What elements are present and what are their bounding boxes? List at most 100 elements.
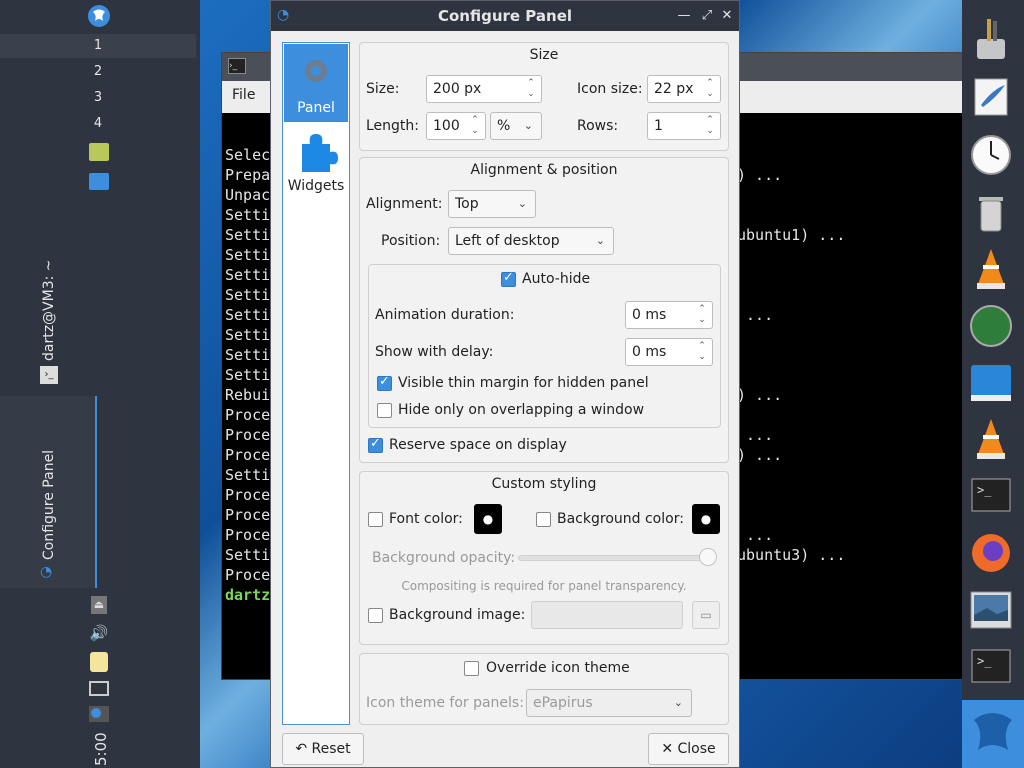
undo-icon: ↶ [295,741,312,757]
terminal-app-icon[interactable]: >_ [968,473,1014,519]
task-configure-panel[interactable]: Configure Panel ◔ [0,396,97,588]
green-circle-app-icon[interactable] [968,303,1014,349]
icon-theme-value: ePapirus [533,695,593,711]
terminal-line: Proce [225,506,271,524]
spin-arrows-icon[interactable]: ⌃ ⌄ [525,78,537,100]
file-manager-icon[interactable] [89,143,109,161]
droplet-icon: ● [482,512,494,526]
lxqt-menu-button[interactable] [962,700,1024,768]
close-icon: ✕ [661,741,678,757]
override-icon-theme-checkbox[interactable] [464,661,479,676]
thin-margin-label: Visible thin margin for hidden panel [398,375,649,391]
icon-size-label: Icon size: [577,81,643,97]
size-spinbox[interactable]: 200 px ⌃ ⌄ [426,75,542,103]
sidebar-item-widgets[interactable]: Widgets [284,126,348,204]
thin-margin-checkbox[interactable] [377,374,392,391]
length-unit-combo[interactable]: % ⌄ [490,112,542,140]
icon-size-spinbox[interactable]: 22 px ⌃ ⌄ [647,75,721,103]
bg-color-button[interactable]: ● [692,504,720,534]
eject-icon[interactable]: ⏏ [91,596,107,614]
task-terminal[interactable]: dartz@VM3: ~ ›_ [0,196,97,394]
length-spinbox[interactable]: 100 ⌃ ⌄ [426,112,486,140]
bg-opacity-slider[interactable] [518,548,717,566]
show-desktop-icon[interactable] [89,173,109,190]
spin-arrows-icon[interactable]: ⌃ ⌄ [469,115,481,137]
terminal-line: dartz [225,586,271,604]
terminal-icon: ›_ [228,58,246,74]
start-menu-icon[interactable] [88,5,110,27]
vlc-icon-2[interactable] [968,416,1014,462]
reserve-space-checkbox[interactable] [368,436,383,453]
icon-theme-group: Override icon theme Icon theme for panel… [359,653,729,725]
window-manager-icon[interactable] [968,360,1014,406]
image-viewer-icon[interactable] [968,587,1014,633]
position-label: Position: [381,233,441,249]
show-delay-spinbox[interactable]: 0 ms ⌃ ⌄ [625,338,713,366]
vlc-icon[interactable] [968,246,1014,292]
font-color-button[interactable]: ● [474,504,502,534]
show-delay-label: Show with delay: [375,344,494,360]
font-color-checkbox[interactable] [368,512,383,527]
rows-spinbox[interactable]: 1 ⌃ ⌄ [647,112,721,140]
text-editor-icon[interactable] [968,74,1014,120]
spin-arrows-icon[interactable]: ⌃ ⌄ [696,304,708,326]
rows-value: 1 [654,118,663,134]
alignment-combo[interactable]: Top ⌄ [448,190,536,218]
animation-duration-value: 0 ms [632,307,667,323]
terminal-line: Proce [225,526,271,544]
network-icon[interactable] [89,681,109,696]
desktop-switch-3[interactable]: 3 [0,86,196,110]
terminal-line: Proce [225,406,271,424]
droplet-icon: ● [700,512,712,526]
spin-arrows-icon[interactable]: ⌃ ⌄ [696,341,708,363]
position-combo[interactable]: Left of desktop ⌄ [448,227,614,255]
terminal-app-icon-2[interactable]: >_ [968,644,1014,690]
terminal-line-tail: ) ... [737,446,783,464]
trash-icon[interactable] [968,190,1014,236]
terminal-line: Setti [225,366,271,384]
override-icon-theme-label: Override icon theme [486,660,630,676]
rows-label: Rows: [577,118,619,134]
bg-color-checkbox[interactable] [536,512,551,527]
close-window-icon[interactable]: ✕ [718,7,736,25]
brush-tool-icon[interactable] [968,16,1014,62]
show-delay-value: 0 ms [632,344,667,360]
alignment-label: Alignment: [366,196,443,212]
browse-image-button[interactable]: ▭ [692,601,720,629]
notification-icon[interactable] [89,706,109,722]
compositing-note: Compositing is required for panel transp… [401,579,687,593]
bg-image-path-field[interactable] [531,601,683,629]
spin-arrows-icon[interactable]: ⌃ ⌄ [704,115,716,137]
volume-icon[interactable]: 🔊 [89,624,109,644]
reset-button[interactable]: ↶ Reset [282,733,364,765]
bg-image-checkbox[interactable] [368,608,383,623]
animation-duration-spinbox[interactable]: 0 ms ⌃ ⌄ [625,301,713,329]
terminal-line: Unpac [225,186,271,204]
terminal-line: Selec [225,146,271,164]
clock[interactable]: 5:00 [92,732,110,766]
autohide-checkbox[interactable] [501,270,516,287]
close-button[interactable]: ✕ Close [648,733,729,765]
clipboard-icon[interactable] [90,652,108,672]
terminal-line: Setti [225,546,271,564]
terminal-line: Setti [225,226,271,244]
firefox-icon[interactable] [968,530,1014,576]
clock-app-icon[interactable] [968,132,1014,178]
spin-arrows-icon[interactable]: ⌃ ⌄ [704,78,716,100]
task-terminal-label: dartz@VM3: ~ [41,259,57,361]
desktop-switch-1[interactable]: 1 [0,34,196,58]
terminal-line-tail: ubuntu1) ... [737,226,846,244]
slider-handle[interactable] [699,548,717,566]
maximize-icon[interactable]: ⤢ [698,7,716,25]
image-icon: ▭ [700,608,712,622]
icon-theme-combo[interactable]: ePapirus ⌄ [526,689,692,717]
menu-file[interactable]: File [232,87,255,103]
minimize-icon[interactable]: — [675,7,693,25]
desktop-switch-2[interactable]: 2 [0,60,196,84]
overlap-checkbox[interactable] [377,403,392,418]
autohide-group: Auto-hide Animation duration: 0 ms ⌃⌄ Sh… [368,264,721,428]
dialog-titlebar[interactable]: ◔ Configure Panel — ⤢ ✕ [271,1,739,31]
bg-color-label: Background color: [557,511,684,527]
desktop-switch-4[interactable]: 4 [0,112,196,136]
sidebar-item-panel[interactable]: Panel [284,44,348,122]
